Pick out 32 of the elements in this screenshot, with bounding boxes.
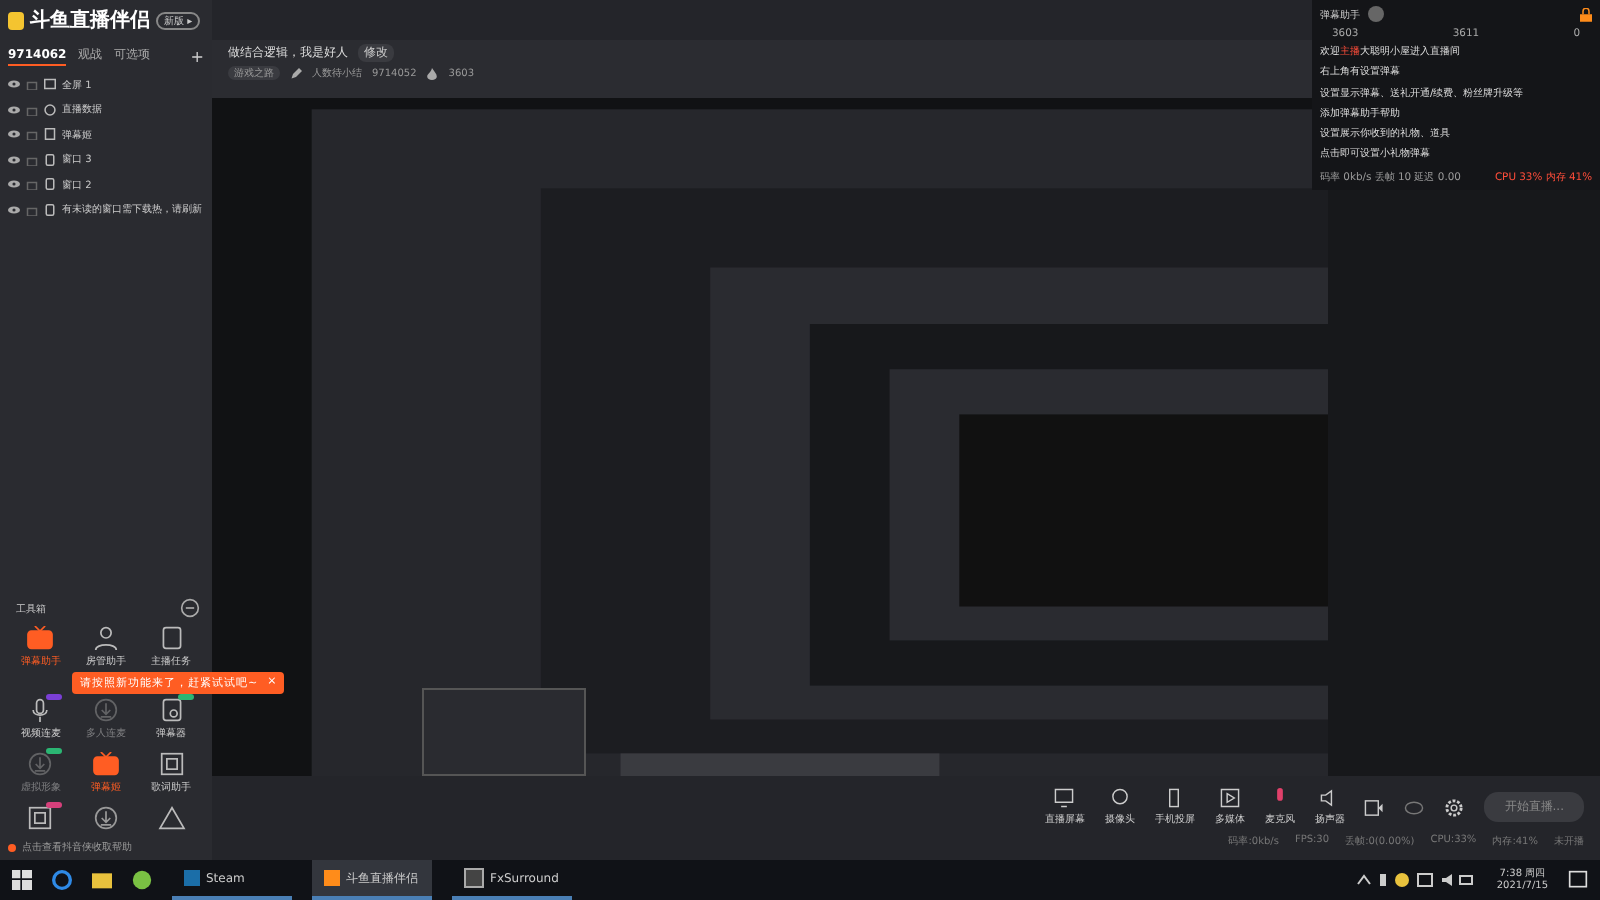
app-logo: 斗鱼直播伴侣 xyxy=(30,7,150,34)
download-icon xyxy=(26,752,55,776)
settings-icon[interactable] xyxy=(1444,797,1465,817)
pencil-icon[interactable] xyxy=(290,67,302,79)
triangle-icon xyxy=(157,806,186,830)
tv-icon xyxy=(91,752,120,776)
system-tray-drawing[interactable] xyxy=(1356,870,1477,890)
globe-icon[interactable] xyxy=(132,870,152,890)
minus-circle-icon[interactable] xyxy=(180,598,200,618)
windows-start-icon[interactable] xyxy=(12,870,32,890)
frame-icon xyxy=(26,806,55,830)
play-icon xyxy=(1219,788,1240,808)
browser-icon[interactable] xyxy=(52,870,72,890)
screen-icon xyxy=(44,78,56,91)
notification-icon[interactable] xyxy=(1568,870,1588,890)
clock-icon xyxy=(44,103,56,116)
download-icon xyxy=(91,698,120,722)
video-icon[interactable] xyxy=(1364,797,1385,817)
frame-icon xyxy=(157,752,186,776)
folder-icon[interactable] xyxy=(92,870,112,890)
hint-dot-icon xyxy=(8,843,16,851)
avatar-icon xyxy=(1368,6,1384,22)
document-icon xyxy=(44,128,56,141)
tv-icon xyxy=(26,626,55,650)
person-icon xyxy=(91,626,120,650)
monitor-icon xyxy=(1054,788,1075,808)
clipboard-icon xyxy=(157,626,186,650)
add-scene-button[interactable]: + xyxy=(190,47,204,65)
gear-document-icon xyxy=(157,698,186,722)
logo-icon xyxy=(8,11,24,29)
phone-icon xyxy=(1164,788,1185,808)
download-icon xyxy=(91,806,120,830)
